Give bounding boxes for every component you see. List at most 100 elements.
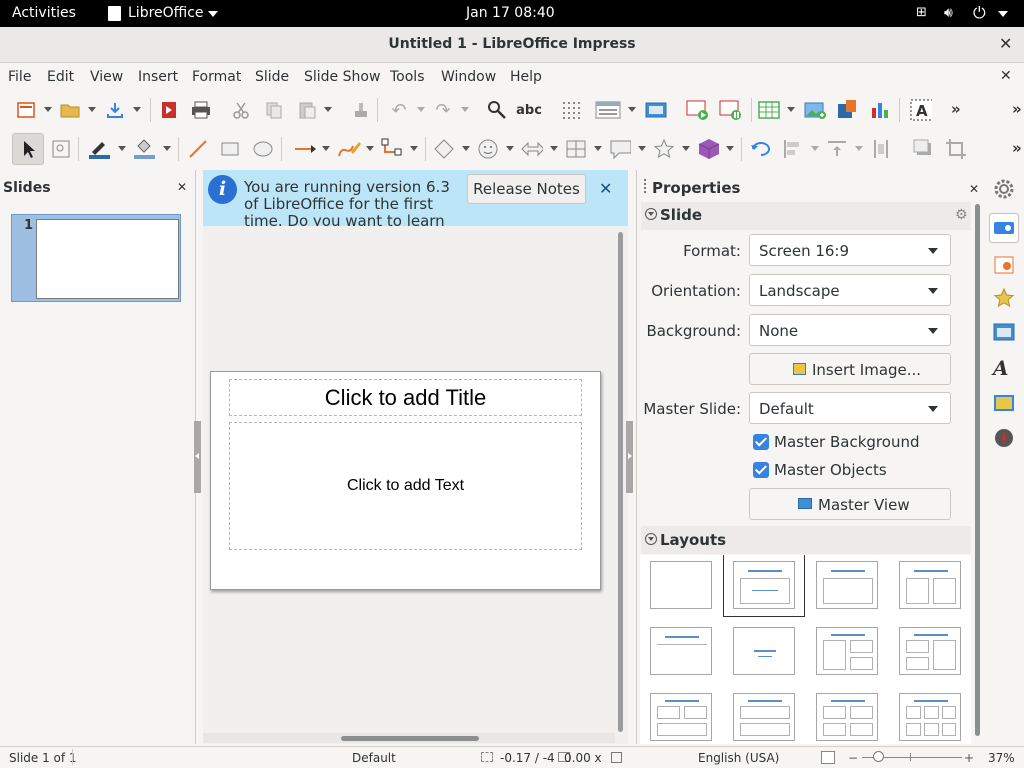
layout-title-2-content-and-content[interactable] (816, 627, 878, 675)
arrange-icon[interactable] (826, 138, 848, 160)
slide-section-header[interactable]: Slide ⚙ (641, 202, 971, 230)
menu-help[interactable]: Help (510, 69, 542, 85)
menu-window[interactable]: Window (441, 69, 496, 85)
layout-title-2-content[interactable] (899, 561, 961, 609)
slides-pane-collapse-handle[interactable] (194, 421, 201, 493)
3d-objects-dropdown-icon[interactable] (726, 146, 734, 151)
clone-formatting-icon[interactable] (350, 99, 372, 121)
orientation-dropdown-arrow-icon[interactable] (928, 288, 938, 294)
background-dropdown[interactable]: None (749, 314, 951, 346)
menu-file[interactable]: File (8, 69, 31, 85)
layout-title-2-content-over-content[interactable] (650, 693, 712, 741)
display-views-icon[interactable] (594, 99, 622, 121)
copy-icon[interactable] (263, 99, 285, 121)
title-placeholder[interactable]: Click to add Title (229, 379, 582, 416)
animation-icon[interactable] (993, 287, 1015, 309)
paste-icon[interactable] (296, 99, 318, 121)
callouts-icon[interactable] (609, 138, 631, 160)
background-dropdown-arrow-icon[interactable] (928, 328, 938, 334)
display-grid-icon[interactable] (560, 99, 582, 121)
collapse-layouts-icon[interactable] (645, 533, 657, 545)
print-icon[interactable] (190, 99, 212, 121)
zoom-slider-thumb[interactable] (873, 751, 884, 762)
document-close-icon[interactable]: ✕ (1000, 68, 1012, 84)
clock[interactable]: Jan 17 08:40 (466, 5, 555, 21)
collapse-section-icon[interactable] (645, 208, 657, 220)
basic-shapes-icon[interactable] (433, 138, 455, 160)
insert-chart-icon[interactable] (870, 99, 892, 121)
power-icon[interactable]: ⏻ (973, 3, 986, 23)
language[interactable]: English (USA) (698, 751, 779, 765)
layout-blank[interactable] (650, 561, 712, 609)
new-icon[interactable] (15, 99, 37, 121)
menu-slide-show[interactable]: Slide Show (304, 69, 380, 85)
connectors-dropdown-icon[interactable] (410, 146, 418, 151)
insert-text-box-icon[interactable]: A (910, 99, 932, 121)
shadow-icon[interactable] (912, 138, 934, 160)
window-close-icon[interactable]: ✕ (999, 34, 1012, 53)
display-views-dropdown-icon[interactable] (628, 107, 636, 112)
zoom-out-icon[interactable]: − (848, 751, 858, 765)
table-icon[interactable] (758, 99, 780, 121)
fill-color-dropdown-icon[interactable] (163, 146, 171, 151)
undo-icon[interactable]: ↶ (388, 99, 410, 121)
menu-format[interactable]: Format (192, 69, 241, 85)
layout-title-content-over-content[interactable] (733, 693, 795, 741)
layout-title-only[interactable] (650, 627, 712, 675)
flowchart-dropdown-icon[interactable] (594, 146, 602, 151)
system-menu-chevron-icon[interactable] (998, 11, 1008, 17)
line-color-icon[interactable] (88, 138, 110, 160)
master-slide-name[interactable]: Default (352, 751, 396, 765)
paste-dropdown-icon[interactable] (324, 107, 332, 112)
fit-slide-icon[interactable] (821, 751, 835, 764)
menu-insert[interactable]: Insert (138, 69, 178, 85)
curves-icon[interactable] (337, 138, 363, 160)
insert-image-button[interactable]: Insert Image... (749, 353, 951, 385)
rectangle-tool-icon[interactable] (219, 138, 241, 160)
slide-transition-icon[interactable] (993, 254, 1015, 276)
3d-objects-icon[interactable] (697, 138, 719, 160)
orientation-dropdown[interactable]: Landscape (749, 274, 951, 306)
drawing-toolbar-overflow-icon[interactable]: » (1012, 139, 1022, 157)
volume-icon[interactable]: 🔊︎ (944, 5, 953, 21)
layout-centered-text[interactable] (733, 627, 795, 675)
layout-title-4-content[interactable] (816, 693, 878, 741)
text-placeholder[interactable]: Click to add Text (229, 422, 582, 550)
app-menu-button[interactable]: LibreOffice (128, 5, 204, 21)
app-menu-chevron-icon[interactable] (208, 11, 218, 17)
deck-grip-icon[interactable] (644, 179, 647, 193)
slide-thumbnail-preview[interactable] (36, 219, 179, 299)
properties-scrollbar[interactable] (975, 204, 980, 736)
slide-canvas[interactable]: Click to add Title Click to add Text (210, 371, 601, 590)
sidebar-collapse-handle[interactable] (626, 421, 633, 493)
zoom-level[interactable]: 37% (988, 751, 1015, 765)
toolbar-overflow-icon[interactable]: » (951, 100, 961, 118)
edit-area-vertical-scrollbar[interactable] (618, 232, 623, 732)
stars-dropdown-icon[interactable] (682, 146, 690, 151)
zoom-in-icon[interactable]: + (964, 751, 974, 765)
master-slide-dropdown-arrow-icon[interactable] (928, 406, 938, 412)
block-arrows-icon[interactable] (521, 138, 543, 160)
ellipse-tool-icon[interactable] (252, 138, 274, 160)
rotate-icon[interactable] (749, 138, 771, 160)
table-dropdown-icon[interactable] (787, 107, 795, 112)
layout-title-2-content-variant[interactable] (816, 561, 878, 609)
lines-arrows-dropdown-icon[interactable] (322, 146, 330, 151)
callouts-dropdown-icon[interactable] (638, 146, 646, 151)
layout-title-content[interactable] (733, 561, 795, 609)
properties-tab-button[interactable] (989, 213, 1019, 243)
navigator-icon[interactable] (993, 427, 1015, 449)
symbol-shapes-icon[interactable] (477, 138, 499, 160)
start-first-slide-icon[interactable] (686, 99, 708, 121)
network-icon[interactable]: ⊞ (916, 6, 932, 20)
start-current-slide-icon[interactable] (719, 99, 741, 121)
connectors-icon[interactable] (381, 138, 403, 160)
redo-dropdown-icon[interactable] (461, 107, 469, 112)
slides-pane-close-icon[interactable]: ✕ (177, 180, 187, 194)
edit-area-horizontal-scrollbar[interactable] (341, 736, 479, 741)
line-color-dropdown-icon[interactable] (118, 146, 126, 151)
master-slides-icon[interactable] (993, 321, 1015, 343)
find-replace-icon[interactable] (486, 99, 508, 121)
menu-tools[interactable]: Tools (390, 69, 425, 85)
save-dropdown-icon[interactable] (133, 107, 141, 112)
